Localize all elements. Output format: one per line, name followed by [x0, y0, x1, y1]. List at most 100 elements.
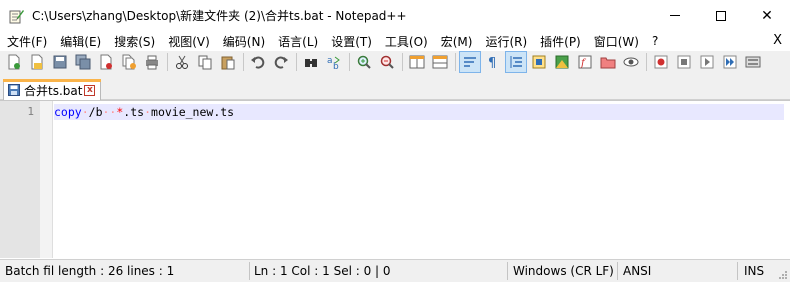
sync-vertical-icon — [409, 55, 425, 69]
close-window-button[interactable]: ✕ — [744, 0, 790, 31]
status-encoding[interactable]: ANSI — [623, 260, 651, 282]
status-insert-mode[interactable]: INS — [744, 260, 764, 282]
menu-encoding[interactable]: 编码(N) — [216, 33, 271, 50]
close-document-button[interactable]: X — [773, 33, 782, 48]
undo-button[interactable] — [248, 52, 268, 72]
redo-icon — [274, 56, 288, 69]
editor-area[interactable]: 1 copy·/b··*.ts·movie_new.ts — [0, 100, 790, 258]
toolbar-separator — [646, 53, 647, 71]
new-file-icon — [8, 54, 20, 70]
show-all-chars-button[interactable]: ¶ — [483, 52, 503, 72]
zoom-in-icon — [357, 55, 371, 69]
menu-tools[interactable]: 工具(O) — [378, 33, 434, 50]
find-icon — [305, 59, 317, 67]
doc-map-button[interactable] — [552, 52, 572, 72]
menu-run[interactable]: 运行(R) — [478, 33, 533, 50]
vertical-scrollbar[interactable] — [784, 101, 790, 258]
stop-record-button[interactable] — [674, 52, 694, 72]
save-macro-icon — [745, 56, 761, 68]
play-macro-icon — [700, 55, 714, 69]
function-list-icon: f — [578, 55, 592, 69]
print-icon — [146, 55, 158, 70]
run-macro-multiple-button[interactable] — [720, 52, 740, 72]
resize-grip-icon[interactable] — [778, 270, 788, 280]
record-macro-icon — [654, 55, 668, 69]
svg-text:¶: ¶ — [488, 56, 496, 70]
udl-icon — [532, 55, 546, 69]
zoom-in-button[interactable] — [354, 52, 374, 72]
stop-record-icon — [677, 55, 691, 69]
status-divider — [617, 262, 618, 280]
tab-merge-ts-bat[interactable]: 合并ts.bat x — [3, 79, 101, 100]
keyword-copy: copy — [54, 105, 82, 119]
sync-horizontal-button[interactable] — [430, 52, 450, 72]
indent-guide-icon — [510, 56, 522, 68]
new-file-button[interactable] — [4, 52, 24, 72]
monitoring-button[interactable] — [621, 52, 641, 72]
folder-workspace-button[interactable] — [598, 52, 618, 72]
close-all-button[interactable] — [119, 52, 139, 72]
toolbar-separator — [402, 53, 403, 71]
minimize-button[interactable] — [652, 0, 698, 31]
fold-margin — [40, 101, 53, 258]
whitespace-marker: · — [144, 105, 152, 119]
replace-icon: ab — [327, 56, 340, 70]
save-button[interactable] — [50, 52, 70, 72]
title-bar[interactable]: C:\Users\zhang\Desktop\新建文件夹 (2)\合并ts.ba… — [0, 0, 790, 31]
close-icon — [100, 54, 112, 70]
zoom-out-button[interactable] — [377, 52, 397, 72]
paste-button[interactable] — [218, 52, 238, 72]
status-divider — [737, 262, 738, 280]
indent-guide-button[interactable] — [505, 51, 527, 73]
udl-button[interactable] — [529, 52, 549, 72]
menu-language[interactable]: 语言(L) — [271, 33, 324, 50]
output-filename: movie_new.ts — [151, 105, 235, 119]
find-button[interactable] — [301, 52, 321, 72]
save-all-button[interactable] — [73, 52, 93, 72]
print-button[interactable] — [142, 52, 162, 72]
save-macro-button[interactable] — [743, 52, 763, 72]
record-macro-button[interactable] — [651, 52, 671, 72]
notepadpp-app-icon — [8, 8, 24, 24]
menu-file[interactable]: 文件(F) — [0, 33, 53, 50]
function-list-button[interactable]: f — [575, 52, 595, 72]
replace-button[interactable]: ab — [324, 52, 344, 72]
toolbar-separator — [243, 53, 244, 71]
close-file-button[interactable] — [96, 52, 116, 72]
maximize-button[interactable] — [698, 0, 744, 31]
code-line[interactable]: copy·/b··*.ts·movie_new.ts — [54, 105, 234, 119]
copy-button[interactable] — [195, 52, 215, 72]
window-title: C:\Users\zhang\Desktop\新建文件夹 (2)\合并ts.ba… — [32, 9, 407, 23]
run-macro-multiple-icon — [723, 55, 737, 69]
save-all-icon — [75, 54, 91, 70]
status-divider — [507, 262, 508, 280]
whitespace-marker: · — [81, 105, 89, 119]
word-wrap-button[interactable] — [459, 51, 481, 73]
cut-icon — [176, 55, 188, 69]
undo-icon — [251, 56, 265, 69]
menu-help[interactable]: ? — [645, 34, 664, 48]
redo-button[interactable] — [271, 52, 291, 72]
menu-plugins[interactable]: 插件(P) — [533, 33, 587, 50]
menu-edit[interactable]: 编辑(E) — [53, 33, 107, 50]
menu-macro[interactable]: 宏(M) — [434, 33, 479, 50]
file-extension: .ts — [123, 105, 145, 119]
paste-icon — [221, 56, 235, 70]
status-eol[interactable]: Windows (CR LF) — [513, 260, 614, 282]
line-number: 1 — [27, 105, 34, 118]
tab-bar: 合并ts.bat x — [0, 73, 790, 100]
toolbar-separator — [167, 53, 168, 71]
play-macro-button[interactable] — [697, 52, 717, 72]
menu-window[interactable]: 窗口(W) — [587, 33, 645, 50]
menu-view[interactable]: 视图(V) — [161, 33, 216, 50]
menu-search[interactable]: 搜索(S) — [107, 33, 161, 50]
cut-button[interactable] — [172, 52, 192, 72]
maximize-icon — [716, 10, 726, 21]
sync-vertical-button[interactable] — [407, 52, 427, 72]
tab-label: 合并ts.bat — [24, 83, 83, 98]
open-file-button[interactable] — [27, 52, 47, 72]
sync-horizontal-icon — [432, 55, 448, 69]
save-icon — [53, 55, 67, 69]
menu-settings[interactable]: 设置(T) — [324, 33, 378, 50]
tab-close-button[interactable]: x — [84, 84, 96, 96]
